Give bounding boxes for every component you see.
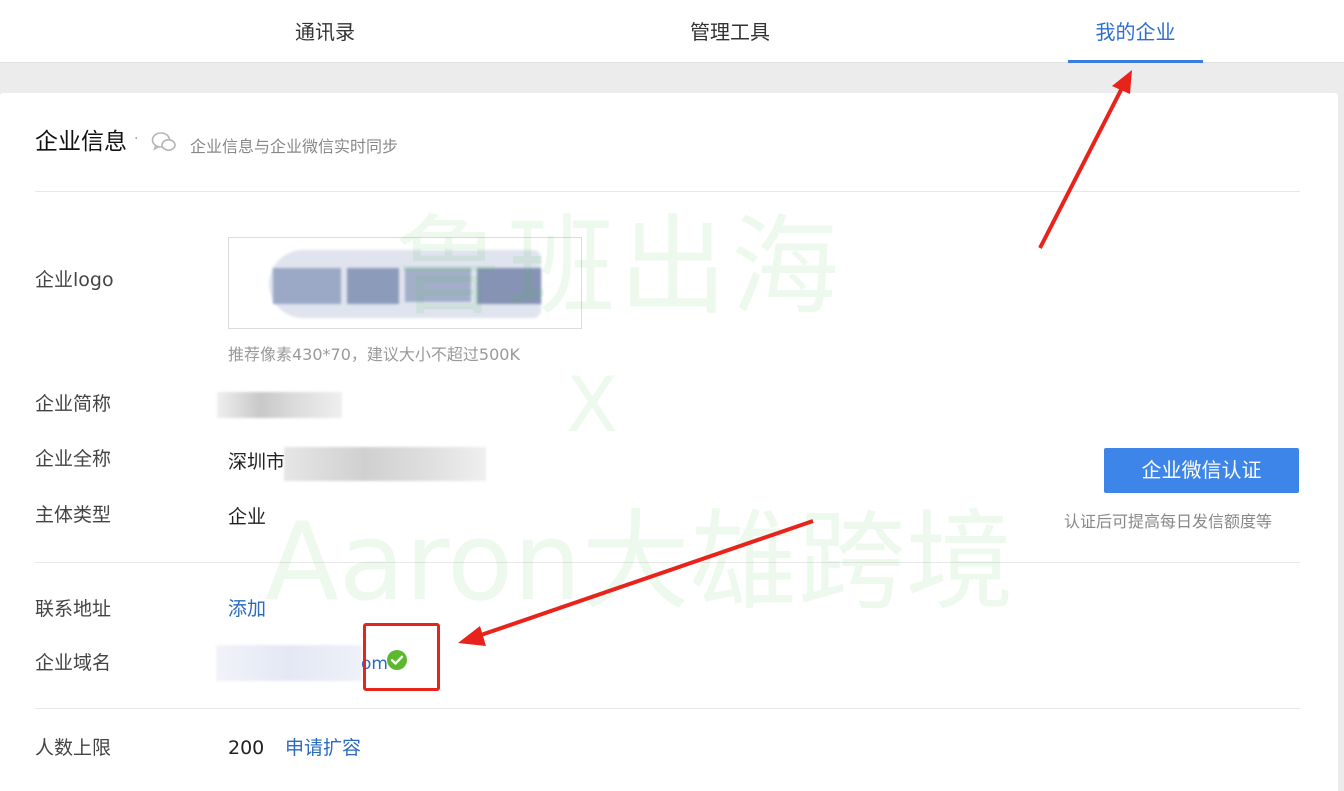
- divider: [35, 191, 1300, 192]
- short-name-value-blurred: [217, 392, 342, 418]
- section-title: 企业信息: [35, 129, 127, 155]
- tab-my-enterprise[interactable]: 我的企业: [1068, 0, 1203, 63]
- short-name-label: 企业简称: [35, 393, 112, 415]
- annotation-highlight-box: [363, 623, 440, 691]
- logo-pixel-block: [273, 268, 341, 304]
- request-expansion-link[interactable]: 申请扩容: [285, 736, 361, 760]
- domain-label: 企业域名: [35, 652, 112, 674]
- title-separator: ·: [134, 131, 139, 147]
- headcount-label: 人数上限: [35, 737, 112, 759]
- divider: [35, 562, 1300, 563]
- logo-pixel-block: [477, 268, 541, 304]
- full-name-value-blurred: [284, 447, 486, 481]
- tab-management-tools[interactable]: 管理工具: [664, 0, 796, 63]
- logo-label: 企业logo: [35, 269, 114, 291]
- enterprise-verify-button[interactable]: 企业微信认证: [1104, 448, 1299, 493]
- add-address-link[interactable]: 添加: [228, 597, 266, 621]
- entity-type-label: 主体类型: [35, 504, 112, 526]
- logo-hint: 推荐像素430*70，建议大小不超过500K: [228, 345, 520, 364]
- logo-pixel-block: [405, 268, 471, 302]
- enterprise-info-card: [0, 93, 1338, 791]
- entity-type-value: 企业: [228, 506, 267, 528]
- logo-upload-box[interactable]: [228, 237, 582, 329]
- full-name-label: 企业全称: [35, 448, 112, 470]
- verify-note: 认证后可提高每日发信额度等: [1064, 512, 1273, 531]
- tab-contacts[interactable]: 通讯录: [260, 0, 390, 63]
- top-navigation: 通讯录 管理工具 我的企业: [0, 0, 1344, 63]
- divider: [35, 708, 1300, 709]
- wechat-bubble-icon: [151, 132, 176, 151]
- address-label: 联系地址: [35, 598, 112, 620]
- full-name-value: 深圳市: [228, 451, 286, 473]
- headcount-value: 200: [228, 737, 265, 759]
- domain-value-blurred: [216, 645, 362, 681]
- logo-pixel-block: [347, 268, 399, 304]
- section-subtitle: 企业信息与企业微信实时同步: [190, 137, 399, 156]
